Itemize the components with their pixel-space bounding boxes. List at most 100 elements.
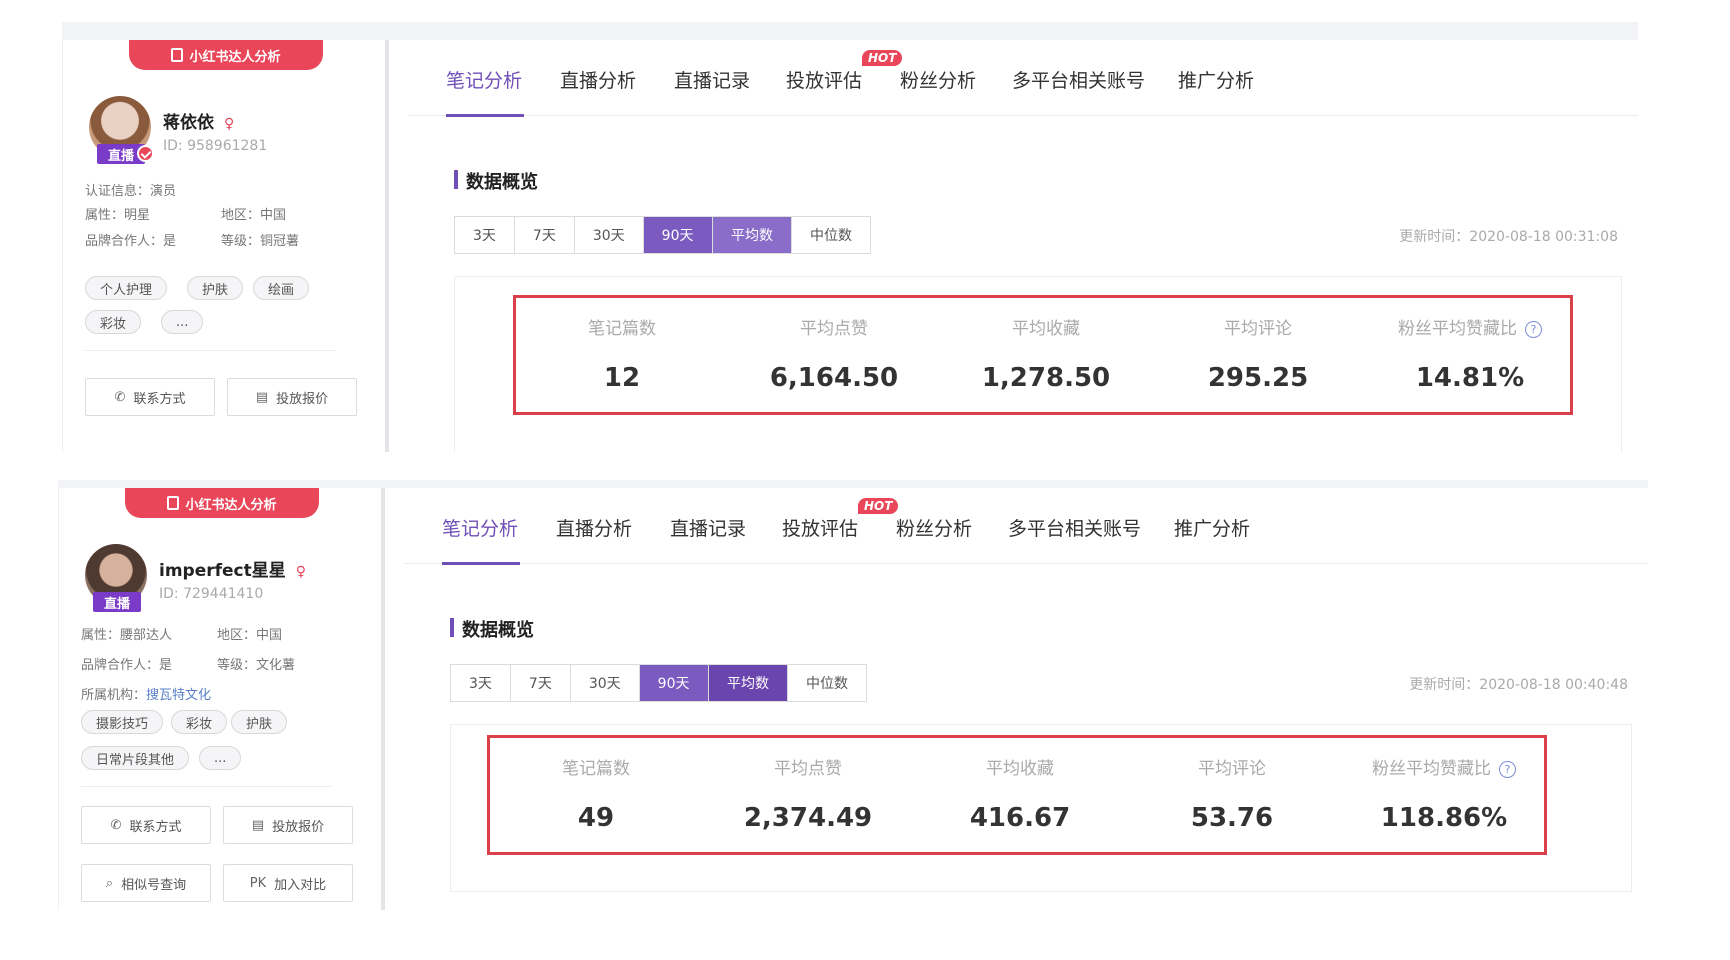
hot-badge: HOT	[858, 498, 899, 514]
tag[interactable]: 彩妆	[85, 310, 142, 334]
phone-icon: ✆	[110, 817, 122, 833]
range-90d[interactable]: 90天	[643, 217, 712, 253]
contact-label: 联系方式	[129, 819, 182, 835]
metric: 平均收藏 1,278.50	[940, 298, 1152, 412]
metric-value: 2,374.49	[743, 803, 873, 833]
more-tags[interactable]: ...	[161, 310, 204, 334]
female-icon: ♀	[224, 116, 235, 132]
range-30d[interactable]: 30天	[571, 665, 640, 701]
female-icon: ♀	[295, 564, 307, 580]
tab-live-records[interactable]: 直播记录	[674, 66, 750, 93]
help-icon[interactable]: ?	[1525, 320, 1542, 338]
quote-label: 投放报价	[276, 391, 329, 407]
metric: 平均评论 295.25	[1152, 298, 1364, 412]
tab-live-analysis[interactable]: 直播分析	[560, 66, 636, 93]
contact-button[interactable]: ✆ 联系方式	[85, 378, 215, 416]
tab-live-records[interactable]: 直播记录	[670, 514, 746, 541]
stat-average[interactable]: 平均数	[713, 217, 792, 253]
tag[interactable]: 护肤	[187, 276, 244, 300]
tag[interactable]: 彩妆	[171, 710, 228, 734]
analysis-ribbon: 小红书达人分析	[125, 488, 319, 518]
quote-label: 投放报价	[272, 819, 325, 835]
metric-label-text: 粉丝平均赞藏比	[1372, 759, 1491, 779]
search-icon: ⌕	[105, 875, 114, 891]
tab-placement-eval[interactable]: 投放评估	[782, 514, 858, 541]
active-tab-indicator	[446, 114, 524, 117]
tag[interactable]: 绘画	[253, 276, 310, 300]
main-content: 笔记分析 直播分析 直播记录 投放评估 HOT 粉丝分析 多平台相关账号 推广分…	[408, 40, 1638, 452]
tab-note-analysis[interactable]: 笔记分析	[446, 66, 522, 93]
profile-name-text: imperfect星星	[159, 561, 286, 581]
phone-icon: ✆	[114, 389, 126, 405]
metric: 粉丝平均赞藏比? 118.86%	[1338, 738, 1550, 852]
range-7d[interactable]: 7天	[515, 217, 575, 253]
divider	[85, 350, 335, 351]
tab-promotion[interactable]: 推广分析	[1174, 514, 1250, 541]
metric-value: 12	[603, 363, 641, 393]
info-left: 认证信息：演员	[85, 184, 177, 199]
metric-value: 6,164.50	[769, 363, 899, 393]
profile-name: imperfect星星 ♀	[159, 556, 306, 581]
document-icon: ▤	[255, 389, 269, 405]
stat-median[interactable]: 中位数	[788, 665, 866, 701]
stat-selector: 平均数 中位数	[712, 216, 871, 254]
tab-fans-analysis[interactable]: 粉丝分析	[896, 514, 972, 541]
tag[interactable]: 日常片段其他	[81, 746, 190, 770]
vertical-divider	[385, 40, 389, 452]
tab-placement-eval[interactable]: 投放评估	[786, 66, 862, 93]
quote-button[interactable]: ▤ 投放报价	[223, 806, 353, 844]
info-right: 等级：文化薯	[217, 658, 296, 673]
metric-label: 平均点赞	[774, 759, 842, 779]
metric-value: 53.76	[1190, 803, 1274, 833]
help-icon[interactable]: ?	[1499, 760, 1516, 778]
section-title: 数据概览	[450, 616, 534, 642]
metric: 平均点赞 2,374.49	[702, 738, 914, 852]
hot-badge: HOT	[862, 50, 903, 66]
ribbon-label: 小红书达人分析	[185, 497, 277, 513]
range-3d[interactable]: 3天	[455, 217, 515, 253]
metric-value: 118.86%	[1380, 803, 1508, 833]
range-7d[interactable]: 7天	[511, 665, 571, 701]
tab-multi-platform[interactable]: 多平台相关账号	[1012, 66, 1145, 93]
tag[interactable]: 摄影技巧	[81, 710, 164, 734]
tag[interactable]: 护肤	[231, 710, 288, 734]
metric: 笔记篇数 49	[490, 738, 702, 852]
metrics-card: 笔记篇数 49 平均点赞 2,374.49 平均收藏 416.67 平均评论 5…	[450, 724, 1632, 892]
tab-note-analysis[interactable]: 笔记分析	[442, 514, 518, 541]
range-90d[interactable]: 90天	[639, 665, 708, 701]
info-row: 所属机构：搜瓦特文化	[81, 684, 211, 703]
metrics-highlight-box: 笔记篇数 49 平均点赞 2,374.49 平均收藏 416.67 平均评论 5…	[487, 735, 1547, 855]
contact-button[interactable]: ✆ 联系方式	[81, 806, 211, 844]
add-compare-button[interactable]: PK 加入对比	[223, 864, 353, 902]
tab-fans-analysis[interactable]: 粉丝分析	[900, 66, 976, 93]
stat-average[interactable]: 平均数	[709, 665, 788, 701]
document-icon	[171, 48, 184, 62]
range-30d[interactable]: 30天	[575, 217, 644, 253]
tab-bar: 笔记分析 直播分析 直播记录 投放评估 HOT 粉丝分析 多平台相关账号 推广分…	[408, 40, 1638, 117]
live-badge: 直播	[93, 592, 141, 612]
metric-label: 笔记篇数	[588, 319, 656, 339]
metric-value: 416.67	[969, 803, 1071, 833]
agency-link[interactable]: 搜瓦特文化	[146, 688, 211, 703]
contact-label: 联系方式	[133, 391, 186, 407]
profile-panel-2: 小红书达人分析 直播 imperfect星星 ♀ ID: 729441410 属性…	[58, 480, 1648, 910]
info-right: 等级：铜冠薯	[221, 234, 300, 249]
analysis-ribbon: 小红书达人分析	[129, 40, 323, 70]
profile-name-text: 蒋依依	[163, 113, 214, 133]
similar-search-button[interactable]: ⌕ 相似号查询	[81, 864, 211, 902]
tab-multi-platform[interactable]: 多平台相关账号	[1008, 514, 1141, 541]
range-3d[interactable]: 3天	[451, 665, 511, 701]
profile-panel-1: 小红书达人分析 直播 蒋依依 ♀ ID: 958961281 认证信息：演员 属性…	[62, 22, 1638, 452]
pk-icon: PK	[249, 875, 267, 891]
info-left: 品牌合作人：是	[85, 234, 177, 249]
tab-promotion[interactable]: 推广分析	[1178, 66, 1254, 93]
top-strip	[58, 480, 1648, 488]
stat-median[interactable]: 中位数	[792, 217, 870, 253]
metric-value: 14.81%	[1415, 363, 1525, 393]
info-left: 所属机构：	[81, 688, 147, 703]
tab-live-analysis[interactable]: 直播分析	[556, 514, 632, 541]
tag[interactable]: 个人护理	[85, 276, 168, 300]
info-row: 属性：明星 地区：中国	[85, 204, 286, 223]
quote-button[interactable]: ▤ 投放报价	[227, 378, 357, 416]
more-tags[interactable]: ...	[199, 746, 242, 770]
